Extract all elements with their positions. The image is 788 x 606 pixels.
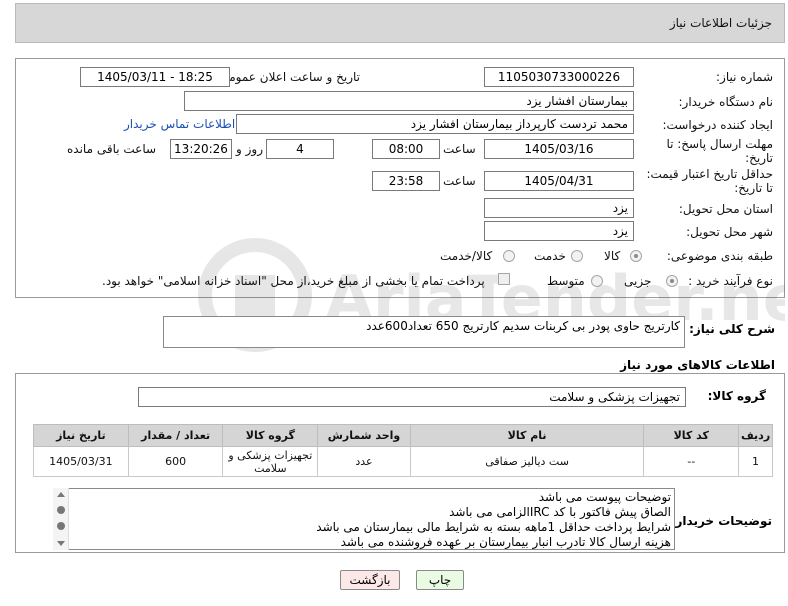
cell-need-date: 1405/03/31 [33, 446, 129, 477]
price-validity-label: حداقل تاریخ اعتبار قیمت: [646, 167, 773, 181]
summary-label: شرح کلی نیاز: [689, 322, 775, 336]
buyer-note-line: توضیحات پیوست می باشد [538, 490, 671, 504]
goods-group-field: تجهیزات پزشکی و سلامت [138, 387, 686, 407]
cell-unit: عدد [317, 446, 411, 477]
goods-table: ردیف کد کالا نام کالا واحد شمارش گروه کا… [33, 424, 773, 477]
need-number-label: شماره نیاز: [716, 70, 773, 84]
summary-text: کارتریج حاوی پودر بی کربنات سدیم کارتریج… [366, 319, 680, 333]
col-item-group: گروه کالا [222, 424, 319, 447]
table-row: 1 -- ست دیالیز صفاقی عدد تجهیزات پزشکی و… [33, 446, 773, 477]
deadline-time-label: ساعت [443, 142, 476, 156]
cell-row-number: 1 [738, 446, 773, 477]
deadline-time-field: 08:00 [372, 139, 440, 159]
page-header: جزئیات اطلاعات نیاز [15, 3, 785, 43]
price-validity-label-date: تا تاریخ: [734, 181, 773, 195]
col-quantity: تعداد / مقدار [127, 424, 224, 447]
remaining-label: ساعت باقی مانده [67, 142, 157, 156]
buyer-note-line: الصاق پیش فاکتور با کد IRCالزامی می باشد [449, 505, 671, 519]
print-button[interactable]: چاپ [416, 570, 464, 590]
need-number-field: 1105030733000226 [484, 67, 634, 87]
announce-label: تاریخ و ساعت اعلان عمومی: [215, 70, 360, 84]
scroll-down-icon [57, 541, 65, 546]
buyer-notes-textarea[interactable]: توضیحات پیوست می باشد الصاق پیش فاکتور ب… [53, 488, 675, 550]
category-option-service: خدمت [534, 249, 566, 263]
buyer-notes-scrollbar[interactable] [53, 488, 69, 550]
category-radio-service[interactable] [571, 250, 583, 262]
price-time-label: ساعت [443, 174, 476, 188]
deadline-label: مهلت ارسال پاسخ: تا [666, 137, 773, 151]
scroll-thumb-icon [57, 522, 65, 530]
col-need-date: تاریخ نیاز [33, 424, 129, 447]
category-option-both: کالا/خدمت [440, 249, 493, 263]
col-unit: واحد شمارش [317, 424, 411, 447]
process-radio-medium[interactable] [591, 275, 603, 287]
deadline-label-date: تاریخ: [745, 151, 773, 165]
process-option-minor: جزیی [624, 274, 652, 288]
col-item-name: نام کالا [409, 424, 645, 447]
category-radio-both[interactable] [503, 250, 515, 262]
scroll-thumb-icon [57, 506, 65, 514]
category-label: طبقه بندی موضوعی: [666, 249, 773, 263]
process-type-label: نوع فرآیند خرید : [688, 274, 773, 288]
buyer-org-field: بیمارستان افشار یزد [184, 91, 634, 111]
remaining-time-field: 13:20:26 [170, 139, 232, 159]
creator-label: ایجاد کننده درخواست: [662, 118, 773, 132]
cell-quantity: 600 [127, 446, 224, 477]
goods-section-title: اطلاعات کالاهای مورد نیاز [620, 358, 775, 372]
process-radio-minor[interactable] [666, 275, 678, 287]
category-option-goods: کالا [604, 249, 621, 263]
cell-item-group: تجهیزات پزشکی و سلامت [222, 446, 319, 477]
buyer-org-label: نام دستگاه خریدار: [678, 95, 774, 109]
province-label: استان محل تحویل: [678, 202, 773, 216]
days-label: روز و [236, 142, 263, 156]
cell-item-code: -- [643, 446, 740, 477]
buyer-notes-label: توضیحات خریدار: [670, 514, 772, 528]
province-field: یزد [484, 198, 634, 218]
buyer-contact-link[interactable]: اطلاعات تماس خریدار [124, 117, 235, 131]
col-row-number: ردیف [738, 424, 773, 447]
scroll-up-icon [57, 492, 65, 497]
city-field: یزد [484, 221, 634, 241]
col-item-code: کد کالا [643, 424, 740, 447]
price-time-field: 23:58 [372, 171, 440, 191]
price-date-field: 1405/04/31 [484, 171, 634, 191]
page-title: جزئیات اطلاعات نیاز [669, 16, 772, 30]
deadline-date-field: 1405/03/16 [484, 139, 634, 159]
summary-textarea[interactable]: کارتریج حاوی پودر بی کربنات سدیم کارتریج… [163, 316, 685, 348]
goods-group-label: گروه کالا: [707, 389, 766, 403]
category-radio-goods[interactable] [630, 250, 642, 262]
creator-field: محمد تردست کارپرداز بیمارستان افشار یزد [236, 114, 634, 134]
buyer-note-line: هزینه ارسال کالا تادرب انبار بیمارستان ب… [340, 535, 671, 549]
cell-item-name: ست دیالیز صفاقی [409, 446, 645, 477]
announce-field: 1405/03/11 - 18:25 [80, 67, 230, 87]
back-button[interactable]: بازگشت [340, 570, 400, 590]
treasury-payment-note: پرداخت تمام یا بخشی از مبلغ خرید،از محل … [102, 274, 485, 288]
process-option-medium: متوسط [547, 274, 585, 288]
buyer-note-line: شرایط پرداخت حداقل 1ماهه بسته به شرایط م… [316, 520, 671, 534]
goods-table-header: ردیف کد کالا نام کالا واحد شمارش گروه کا… [33, 424, 773, 447]
treasury-payment-checkbox[interactable] [498, 273, 510, 285]
days-field: 4 [266, 139, 334, 159]
city-label: شهر محل تحویل: [686, 225, 773, 239]
